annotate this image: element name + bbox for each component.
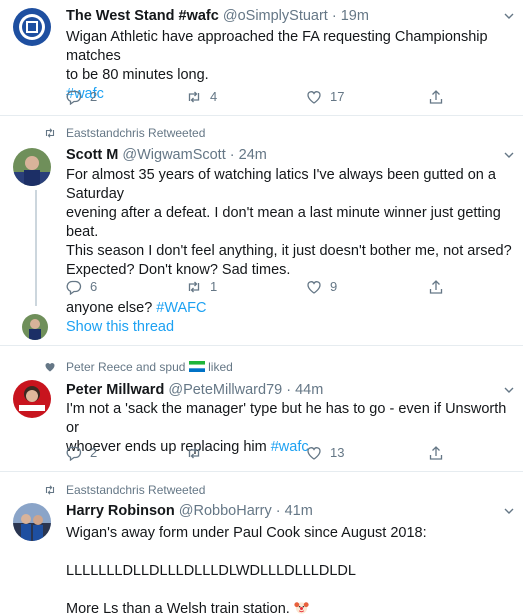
tweet-3[interactable]: Peter Reece and spud liked Peter Millwar… [0,346,523,472]
chevron-down-icon[interactable] [503,505,515,517]
timestamp[interactable]: 19m [341,8,369,24]
like-count: 13 [330,445,345,460]
display-name[interactable]: The West Stand #wafc [66,8,219,24]
tweet-header: Scott M @WigwamScott · 24m [66,147,267,163]
retweet-count: 4 [210,89,218,104]
heart-icon [307,91,321,104]
retweet-icon [188,91,200,103]
reply-icon [66,446,82,461]
like-count: 9 [330,279,338,294]
like-context-suffix: liked [208,360,233,374]
reply-icon [66,90,82,105]
avatar[interactable] [13,380,51,418]
avatar[interactable] [13,148,51,186]
reply-count: 2 [90,89,98,104]
heart-icon [307,447,321,460]
tweet-1[interactable]: The West Stand #wafc @oSimplyStuart · 19… [0,0,523,116]
retweet-context-text[interactable]: Eaststandchris Retweeted [66,126,205,140]
tweet-text: Wigan's away form under Paul Cook since … [66,524,514,616]
retweet-icon [188,447,200,459]
share-icon [429,90,443,104]
timestamp[interactable]: 41m [285,503,313,519]
like-context-names[interactable]: Peter Reece and spud [66,360,185,374]
retweet-context-text[interactable]: Eaststandchris Retweeted [66,483,205,497]
retweet-icon [45,485,55,495]
tweet-header: Peter Millward @PeteMillward79 · 44m [66,382,324,398]
text-line: evening after a defeat. I don't mean a l… [66,205,501,240]
avatar[interactable] [13,8,51,46]
chevron-down-icon[interactable] [503,149,515,161]
chevron-down-icon[interactable] [503,384,515,396]
timestamp[interactable]: 44m [295,382,323,398]
retweet-icon [45,128,55,138]
handle[interactable]: @RobboHarry [179,503,272,519]
reply-icon [66,280,82,295]
text-line: More Ls than a Welsh train station. [66,601,290,616]
chevron-down-icon[interactable] [503,10,515,22]
text-line: anyone else? [66,300,153,316]
heart-icon [45,363,55,372]
share-icon [429,446,443,460]
thread-line [35,190,37,306]
tweet-2[interactable]: Eaststandchris Retweeted Scott M @Wigwam… [0,116,523,346]
reply-count: 6 [90,279,98,294]
text-line: I'm not a 'sack the manager' type but he… [66,401,507,436]
form-line: LLLLLLLDLLDLLLDLLLDLWDLLLDLLLDLDL [66,563,356,579]
text-line: to be 80 minutes long. [66,67,209,83]
clown-face-icon [294,602,309,614]
tweet-actions: 2 4 17 [66,88,456,106]
text-line: For almost 35 years of watching latics I… [66,167,496,202]
tweet-4[interactable]: Eaststandchris Retweeted Harry Robinson … [0,472,523,616]
handle[interactable]: @oSimplyStuart [223,8,328,24]
tweet-actions: 2 13 [66,444,456,462]
timestamp[interactable]: 24m [239,147,267,163]
sierra-leone-flag-icon [188,361,205,372]
share-icon [429,280,443,294]
text-line: This season I don't feel anything, it ju… [66,243,512,259]
show-thread-link[interactable]: Show this thread [66,319,174,335]
handle[interactable]: @PeteMillward79 [168,382,282,398]
text-line: Wigan's away form under Paul Cook since … [66,525,427,541]
tweet-header: Harry Robinson @RobboHarry · 41m [66,503,313,519]
like-count: 17 [330,89,345,104]
hashtag-link[interactable]: #WAFC [156,300,206,316]
reply-count: 2 [90,445,98,460]
text-line: Wigan Athletic have approached the FA re… [66,29,488,64]
heart-icon [307,281,321,294]
retweet-icon [188,281,200,293]
tweet-actions: 6 1 9 [66,278,456,296]
like-context-text[interactable]: Peter Reece and spud liked [66,360,233,374]
display-name[interactable]: Peter Millward [66,382,164,398]
handle[interactable]: @WigwamScott [122,147,225,163]
tweet-header: The West Stand #wafc @oSimplyStuart · 19… [66,8,369,24]
display-name[interactable]: Scott M [66,147,118,163]
avatar[interactable] [13,503,51,541]
retweet-count: 1 [210,279,218,294]
display-name[interactable]: Harry Robinson [66,503,175,519]
thread-avatar[interactable] [22,314,48,340]
